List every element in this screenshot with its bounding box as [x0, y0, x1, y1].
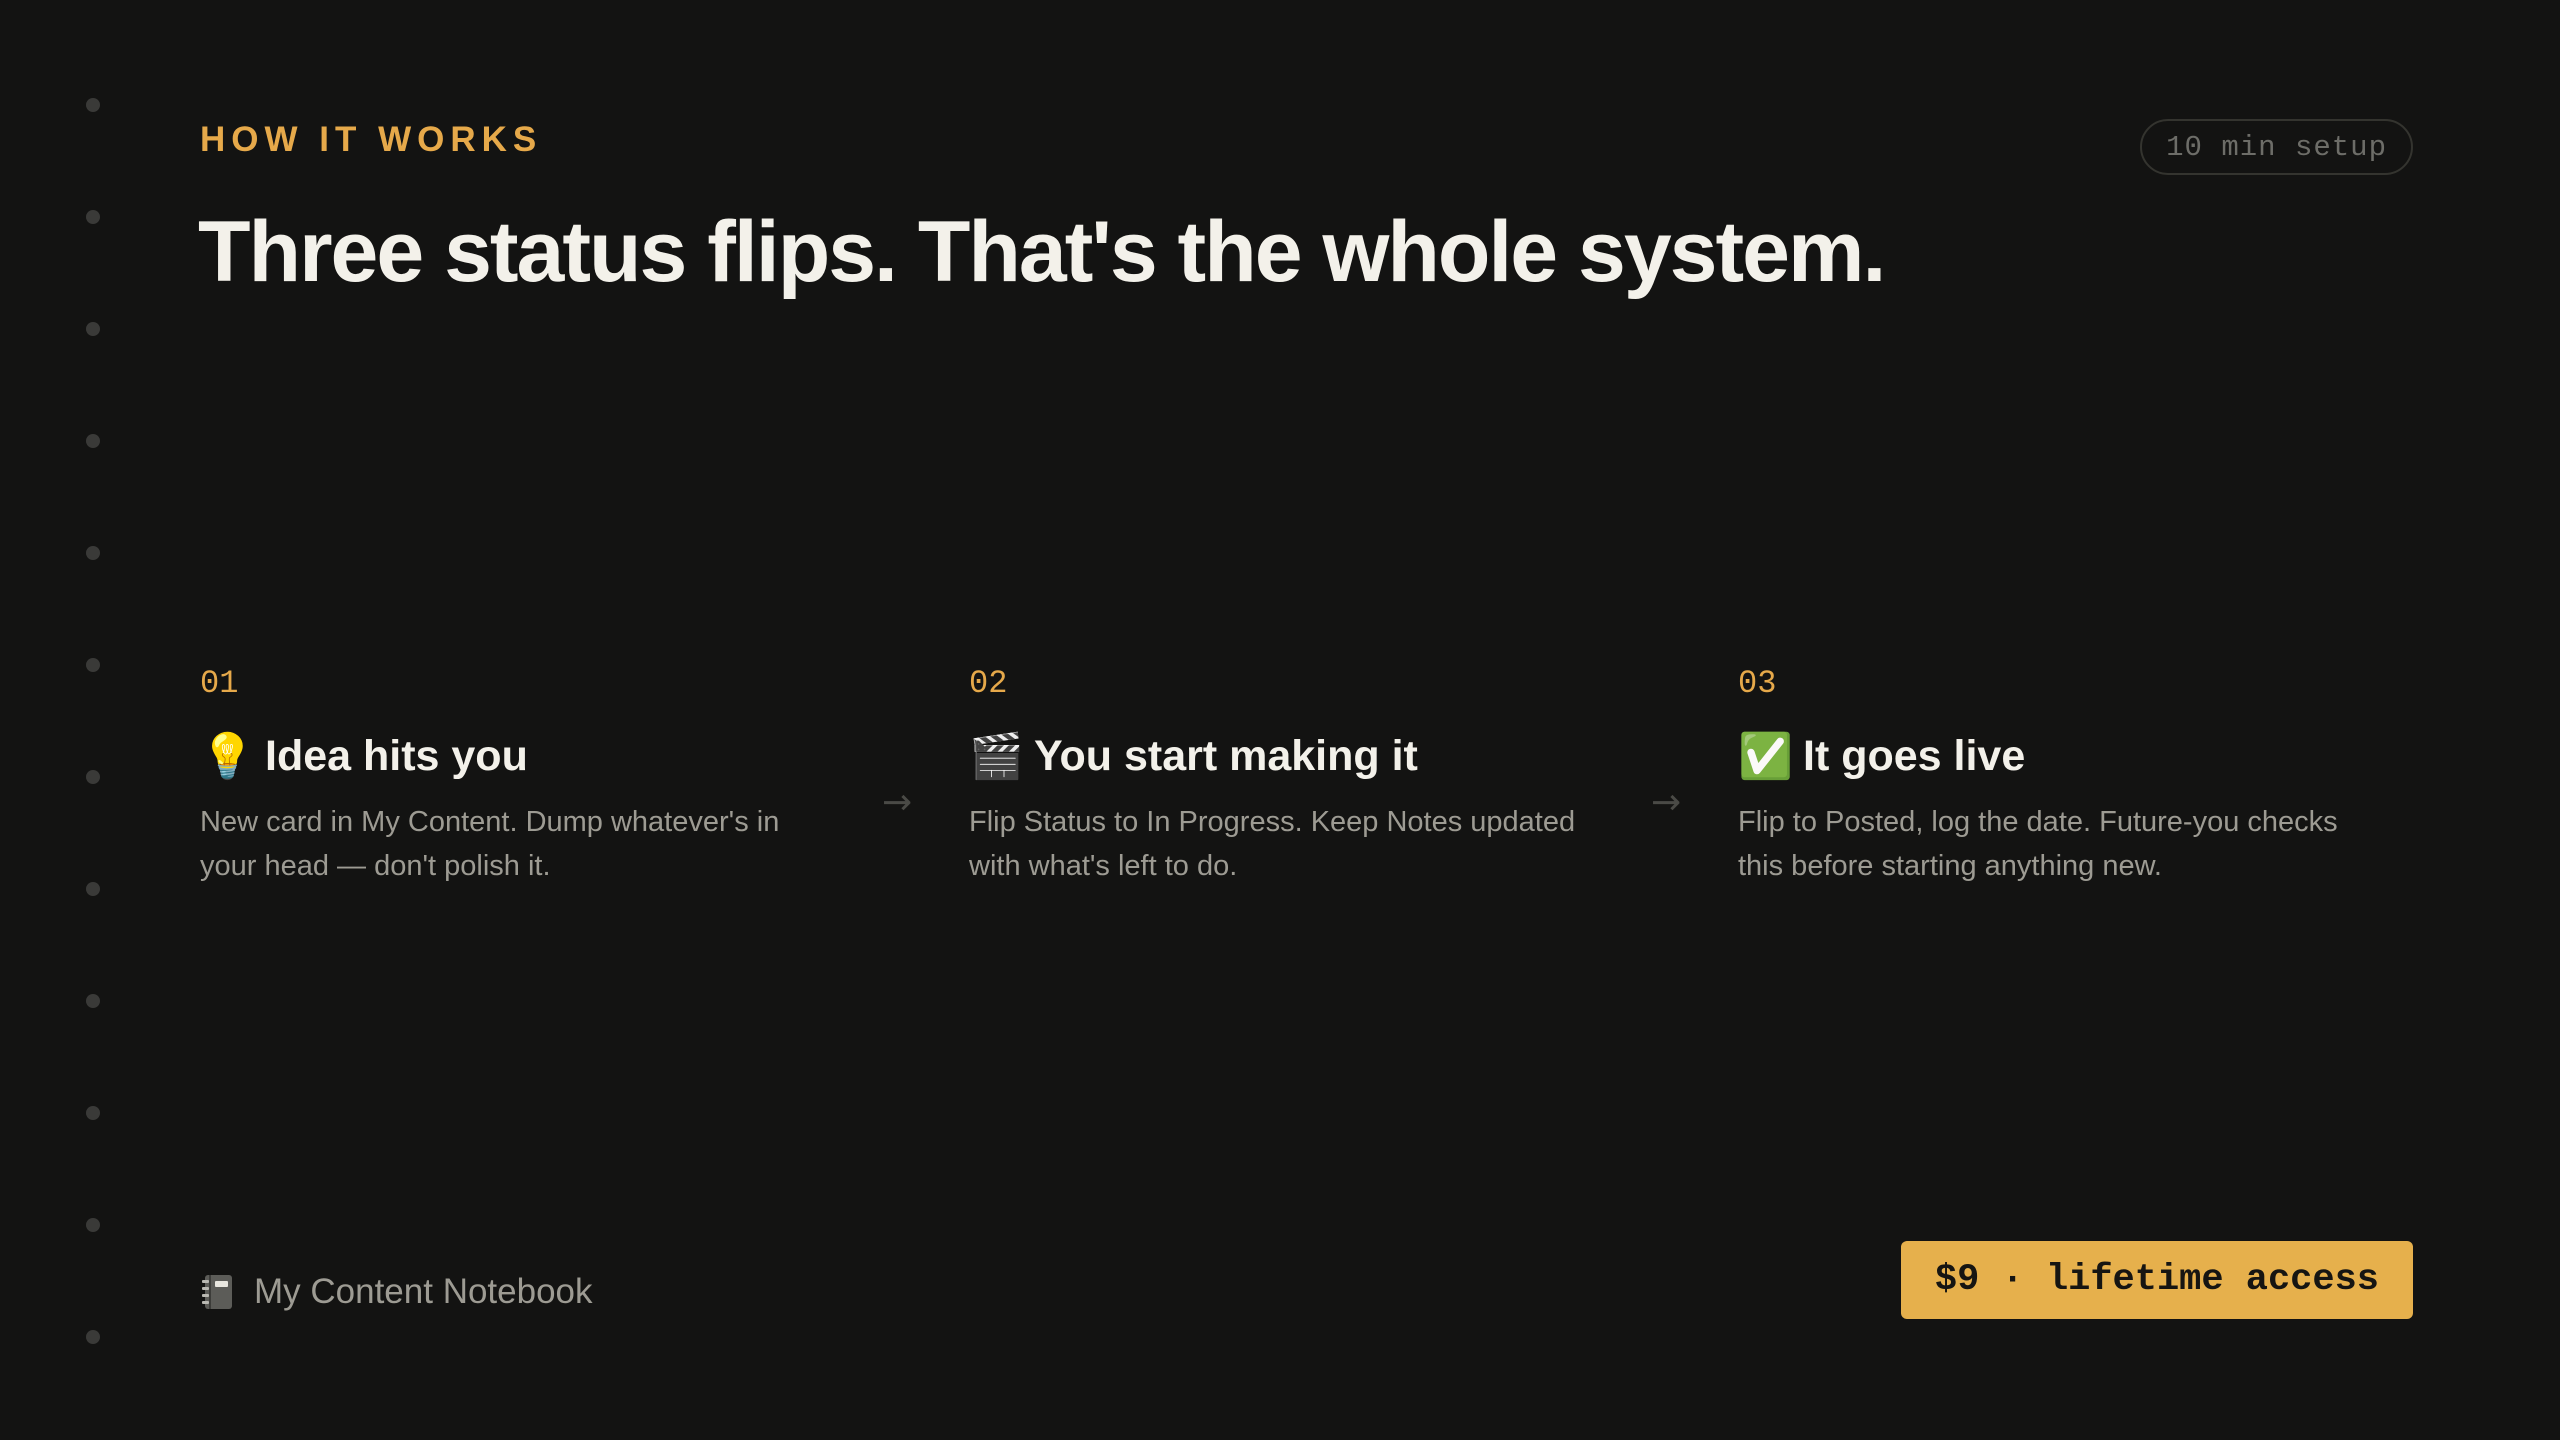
setup-time-badge: 10 min setup	[2140, 119, 2413, 175]
rail-dot[interactable]	[86, 1218, 100, 1232]
step-title-row: 🎬 You start making it	[969, 728, 1629, 784]
rail-dot[interactable]	[86, 1330, 100, 1344]
clapper-board-icon: 🎬	[969, 732, 1024, 781]
check-mark-icon: ✅	[1738, 732, 1793, 781]
brand: My Content Notebook	[200, 1272, 593, 1312]
rail-dot[interactable]	[86, 546, 100, 560]
buy-button[interactable]: $9 · lifetime access	[1900, 1241, 2413, 1319]
rail-dot[interactable]	[86, 1106, 100, 1120]
brand-name: My Content Notebook	[254, 1272, 593, 1311]
rail-dot[interactable]	[86, 322, 100, 336]
page-title: Three status flips. That's the whole sys…	[198, 204, 1886, 300]
rail-dot[interactable]	[86, 210, 100, 224]
slide: HOW IT WORKS 10 min setup Three status f…	[0, 0, 2560, 1440]
step-description: Flip to Posted, log the date. Future-you…	[1738, 806, 2338, 882]
section-eyebrow: HOW IT WORKS	[200, 120, 543, 159]
step-number: 03	[1738, 665, 1777, 702]
rail-dot[interactable]	[86, 434, 100, 448]
rail-dot[interactable]	[86, 658, 100, 672]
step-title: You start making it	[1034, 731, 1418, 780]
step-description: New card in My Content. Dump whatever's …	[200, 806, 780, 882]
step-title: Idea hits you	[265, 731, 528, 780]
step-title-row: ✅ It goes live	[1738, 728, 2398, 784]
step-number: 02	[969, 665, 1008, 702]
notebook-icon	[200, 1273, 236, 1311]
step-title: It goes live	[1803, 731, 2026, 780]
step-description: Flip Status to In Progress. Keep Notes u…	[969, 806, 1576, 882]
rail-dot[interactable]	[86, 994, 100, 1008]
step-number: 01	[200, 665, 239, 702]
step-card-3: 03 ✅ It goes live Flip to Posted, log th…	[1738, 664, 2398, 888]
arrow-right-icon: →	[882, 782, 913, 823]
step-card-2: 02 🎬 You start making it Flip Status to …	[969, 664, 1629, 888]
rail-dot[interactable]	[86, 770, 100, 784]
rail-dot[interactable]	[86, 98, 100, 112]
step-title-row: 💡 Idea hits you	[200, 728, 860, 784]
arrow-right-icon: →	[1651, 782, 1682, 823]
rail-dot[interactable]	[86, 882, 100, 896]
step-card-1: 01 💡 Idea hits you New card in My Conten…	[200, 664, 860, 888]
light-bulb-icon: 💡	[200, 732, 255, 781]
